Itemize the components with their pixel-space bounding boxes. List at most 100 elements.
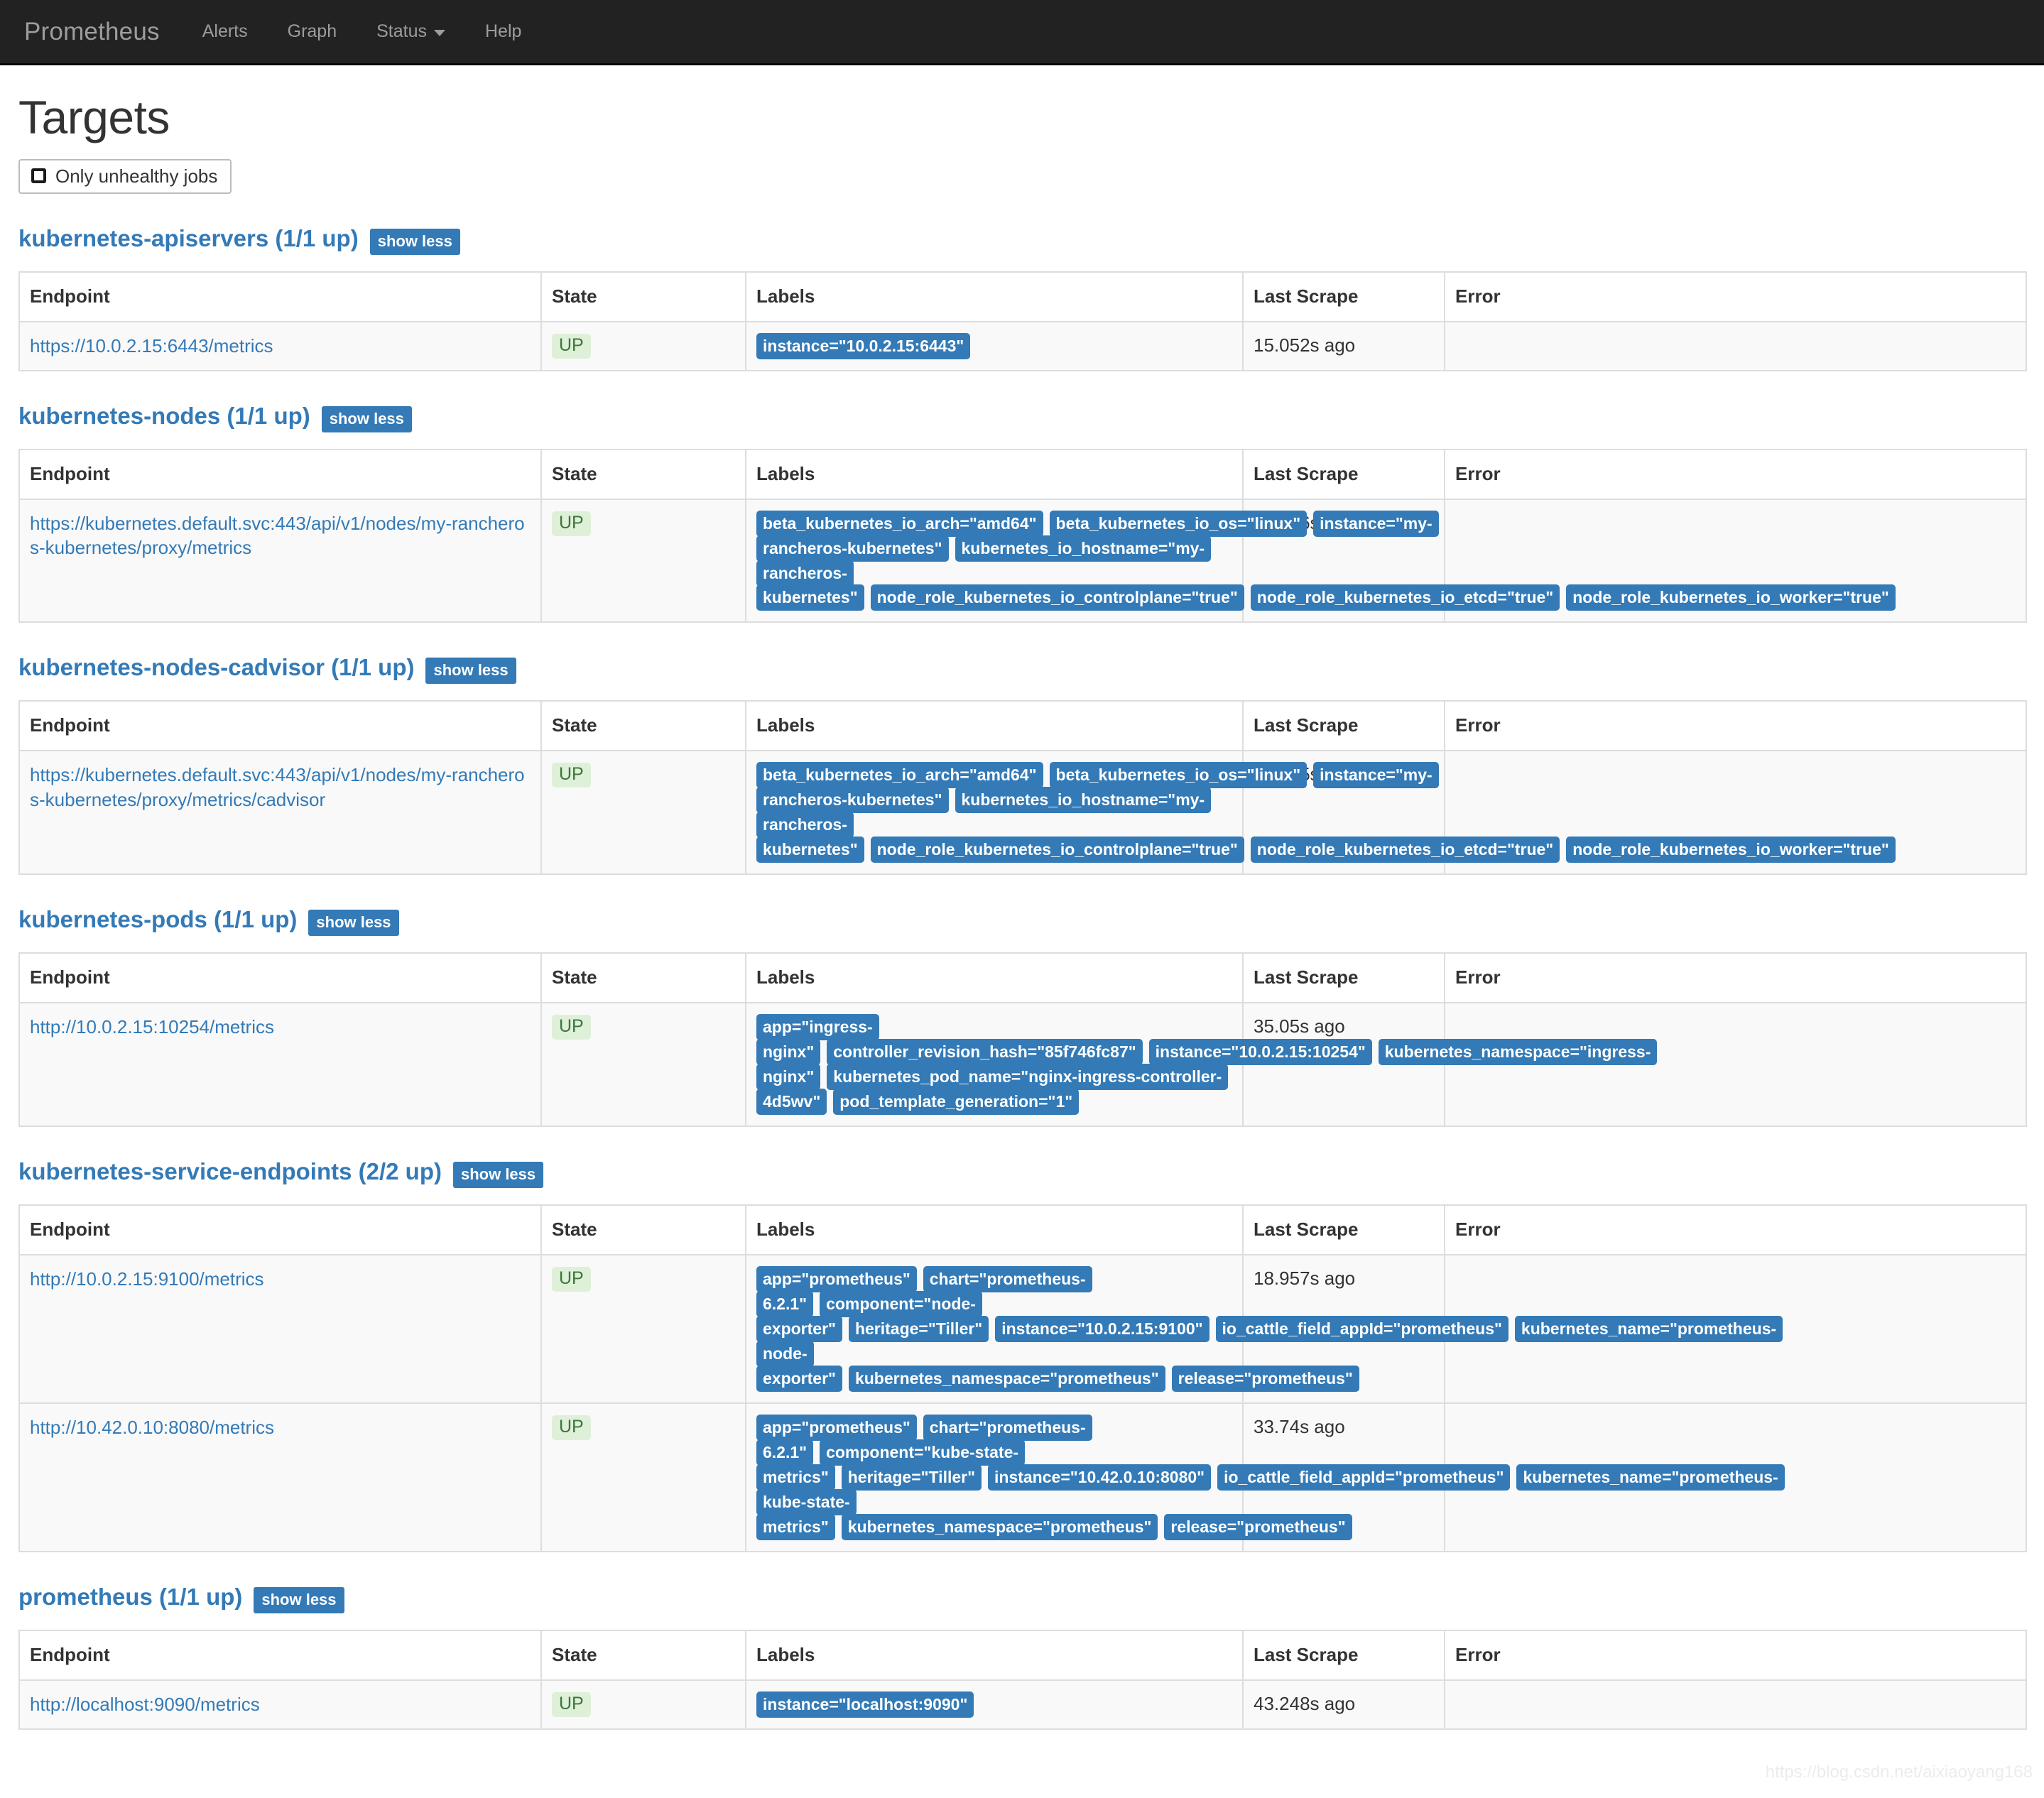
col-header-last-scrape: Last Scrape: [1242, 1629, 1445, 1681]
job-title-kubernetes-nodes[interactable]: kubernetes-nodes (1/1 up): [18, 403, 310, 429]
targets-table: Endpoint State Labels Last Scrape Error https…: [18, 271, 2027, 371]
brand-prometheus[interactable]: Prometheus: [18, 19, 183, 44]
job-heading: kubernetes-nodes-cadvisor (1/1 up) show l…: [18, 655, 2026, 685]
col-header-endpoint: Endpoint: [18, 1204, 542, 1256]
col-header-endpoint: Endpoint: [18, 952, 542, 1004]
label-badge: heritage="Tiller": [841, 1464, 982, 1491]
nav-link-graph[interactable]: Graph: [268, 23, 357, 40]
label-badge: instance="10.0.2.15:9100": [995, 1315, 1209, 1342]
label-badge: instance="10.0.2.15:10254": [1148, 1039, 1372, 1066]
last-scrape-text: 43.248s ago: [1254, 1692, 1356, 1714]
endpoint-link[interactable]: https://kubernetes.default.svc:443/api/v…: [30, 763, 531, 812]
show-less-button[interactable]: show less: [308, 910, 399, 937]
col-header-state: State: [540, 952, 746, 1004]
endpoint-link[interactable]: https://10.0.2.15:6443/metrics: [30, 334, 273, 358]
nav-link-help[interactable]: Help: [465, 23, 541, 40]
col-header-state: State: [540, 448, 746, 500]
job-title-prometheus[interactable]: prometheus (1/1 up): [18, 1584, 242, 1610]
cell-endpoint: https://10.0.2.15:6443/metrics: [18, 320, 542, 371]
labels-wrap: app="ingress-nginx" controller_revision_h…: [756, 1014, 1658, 1116]
show-less-button[interactable]: show less: [452, 1162, 544, 1189]
checkbox-icon[interactable]: [31, 168, 46, 184]
col-header-error: Error: [1444, 1629, 2027, 1681]
col-header-labels: Labels: [745, 1204, 1244, 1256]
job-heading: prometheus (1/1 up) show less: [18, 1584, 2026, 1613]
label-badge: node_role_kubernetes_io_worker="true": [1566, 584, 1896, 611]
table-row: https://kubernetes.default.svc:443/api/v…: [18, 750, 2027, 876]
table-header-row: Endpoint State Labels Last Scrape Error: [18, 1204, 2027, 1256]
col-header-error: Error: [1444, 448, 2027, 500]
cell-state: UP: [540, 320, 746, 371]
show-less-button[interactable]: show less: [425, 658, 516, 685]
nav-link-alerts[interactable]: Alerts: [183, 23, 268, 40]
last-scrape-text: 33.74s ago: [1254, 1415, 1345, 1437]
targets-table: Endpoint State Labels Last Scrape Error http:…: [18, 952, 2027, 1128]
cell-endpoint: http://10.0.2.15:9100/metrics: [18, 1254, 542, 1404]
cell-state: UP: [540, 1679, 746, 1730]
col-header-labels: Labels: [745, 271, 1244, 322]
jobs-list: kubernetes-apiservers (1/1 up) show less E…: [18, 226, 2027, 1730]
only-unhealthy-jobs-toggle[interactable]: Only unhealthy jobs: [18, 158, 232, 194]
label-badge: pod_template_generation="1": [833, 1089, 1080, 1116]
nav-link-status[interactable]: Status: [357, 23, 465, 40]
endpoint-link[interactable]: http://10.0.2.15:9100/metrics: [30, 1267, 264, 1291]
col-header-labels: Labels: [745, 448, 1244, 500]
labels-wrap: app="prometheus" chart="prometheus-6.2.1"…: [756, 1266, 1783, 1392]
targets-table: Endpoint State Labels Last Scrape Error https…: [18, 700, 2027, 876]
job-title-kubernetes-nodes-cadvisor[interactable]: kubernetes-nodes-cadvisor (1/1 up): [18, 655, 414, 680]
table-row: http://10.0.2.15:10254/metrics UP app="ing…: [18, 1002, 2027, 1128]
col-header-last-scrape: Last Scrape: [1242, 448, 1445, 500]
label-badge: io_cattle_field_appId="prometheus": [1215, 1315, 1508, 1342]
cell-state: UP: [540, 1254, 746, 1404]
job-block-kubernetes-service-endpoints: kubernetes-service-endpoints (2/2 up) sho…: [18, 1159, 2027, 1552]
table-row: http://localhost:9090/metrics UP instance=…: [18, 1679, 2027, 1730]
watermark: https://blog.csdn.net/aixiaoyang168: [1765, 1762, 2033, 1782]
show-less-button[interactable]: show less: [369, 228, 460, 255]
targets-table: Endpoint State Labels Last Scrape Error http:…: [18, 1629, 2027, 1730]
col-header-last-scrape: Last Scrape: [1242, 700, 1445, 752]
page-container: Targets Only unhealthy jobs kubernetes-a…: [0, 92, 2044, 1798]
table-row: http://10.0.2.15:9100/metrics UP app="prom…: [18, 1254, 2027, 1404]
col-header-endpoint: Endpoint: [18, 448, 542, 500]
job-title-kubernetes-apiservers[interactable]: kubernetes-apiservers (1/1 up): [18, 226, 359, 251]
job-title-kubernetes-service-endpoints[interactable]: kubernetes-service-endpoints (2/2 up): [18, 1159, 442, 1184]
status-badge: UP: [552, 1415, 591, 1440]
cell-endpoint: http://10.42.0.10:8080/metrics: [18, 1402, 542, 1552]
endpoint-link[interactable]: http://10.0.2.15:10254/metrics: [30, 1015, 274, 1039]
label-badge: heritage="Tiller": [848, 1315, 989, 1342]
col-header-error: Error: [1444, 700, 2027, 752]
label-badge: instance="10.42.0.10:8080": [988, 1464, 1212, 1491]
col-header-state: State: [540, 271, 746, 322]
table-row: https://kubernetes.default.svc:443/api/v…: [18, 498, 2027, 623]
table-row: https://10.0.2.15:6443/metrics UP instance…: [18, 320, 2027, 371]
col-header-labels: Labels: [745, 700, 1244, 752]
show-less-button[interactable]: show less: [254, 1586, 344, 1613]
bottom-spacer: [18, 1730, 2026, 1798]
job-heading: kubernetes-nodes (1/1 up) show less: [18, 403, 2026, 432]
col-header-last-scrape: Last Scrape: [1242, 1204, 1445, 1256]
cell-endpoint: https://kubernetes.default.svc:443/api/v…: [18, 750, 542, 876]
job-block-kubernetes-apiservers: kubernetes-apiservers (1/1 up) show less E…: [18, 226, 2027, 371]
show-less-button[interactable]: show less: [321, 405, 412, 432]
cell-last-scrape: 15.052s ago: [1242, 320, 1445, 371]
job-heading: kubernetes-pods (1/1 up) show less: [18, 908, 2026, 937]
last-scrape-text: 35.05s ago: [1254, 1015, 1345, 1037]
table-row: http://10.42.0.10:8080/metrics UP app="pro…: [18, 1402, 2027, 1552]
table-header-row: Endpoint State Labels Last Scrape Error: [18, 700, 2027, 752]
only-unhealthy-jobs-label: Only unhealthy jobs: [55, 165, 218, 187]
table-header-row: Endpoint State Labels Last Scrape Error: [18, 952, 2027, 1004]
col-header-endpoint: Endpoint: [18, 1629, 542, 1681]
cell-labels: app="prometheus" chart="prometheus-6.2.1"…: [745, 1254, 1783, 1404]
endpoint-link[interactable]: http://10.42.0.10:8080/metrics: [30, 1415, 274, 1439]
endpoint-link[interactable]: http://localhost:9090/metrics: [30, 1692, 260, 1716]
cell-error: [1444, 320, 2027, 371]
job-title-kubernetes-pods[interactable]: kubernetes-pods (1/1 up): [18, 908, 297, 932]
label-badge: instance="localhost:9090": [756, 1691, 974, 1718]
col-header-last-scrape: Last Scrape: [1242, 271, 1445, 322]
label-badge: node_role_kubernetes_io_etcd="true": [1250, 837, 1560, 863]
endpoint-link[interactable]: https://kubernetes.default.svc:443/api/v…: [30, 511, 531, 560]
cell-state: UP: [540, 1002, 746, 1128]
label-badge: instance="10.0.2.15:6443": [756, 332, 971, 359]
table-header-row: Endpoint State Labels Last Scrape Error: [18, 271, 2027, 322]
cell-labels: app="prometheus" chart="prometheus-6.2.1"…: [745, 1402, 1785, 1552]
